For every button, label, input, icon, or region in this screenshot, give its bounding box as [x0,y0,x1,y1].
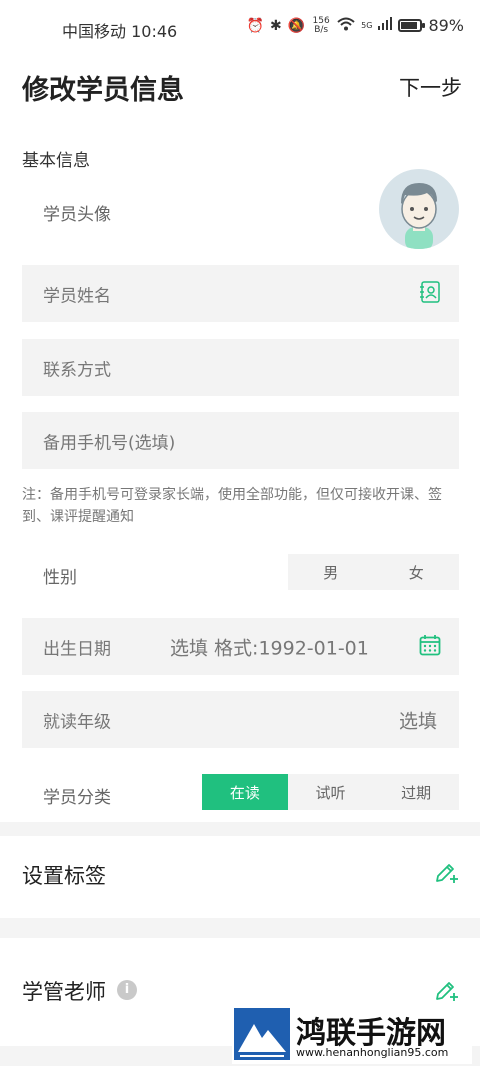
mute-icon: 🔕 [287,17,306,34]
status-icons: ⏰ ✱ 🔕 156 B/s 5G 89% [247,16,464,35]
battery-percent: 89% [428,16,464,35]
category-option-enrolled[interactable]: 在读 [202,774,288,810]
gender-label: 性别 [43,568,77,588]
next-button[interactable]: 下一步 [399,72,462,102]
contact-card-icon[interactable] [419,280,441,308]
bluetooth-icon: ✱ [269,17,282,34]
student-name-input[interactable]: 学员姓名 [43,281,111,306]
student-name-field[interactable]: 学员姓名 [22,265,459,322]
edit-tags-icon[interactable] [434,858,460,888]
avatar-label: 学员头像 [43,205,111,225]
section-divider [0,918,480,938]
gender-selector: 男 女 [288,554,459,590]
contact-input[interactable]: 联系方式 [43,355,111,380]
net-speed: 156 B/s [312,15,330,35]
signal-icon [378,17,393,34]
watermark-url: www.henanhonglian95.com [296,1046,449,1059]
watermark-logo-icon [234,1008,290,1060]
gender-option-male[interactable]: 男 [288,554,374,590]
watermark: 鸿联手游网 www.henanhonglian95.com [232,1006,472,1064]
avatar[interactable] [379,169,459,249]
category-selector: 在读 试听 过期 [202,774,459,810]
section-label-basic: 基本信息 [22,151,90,171]
teacher-title: 学管老师 [22,980,106,1004]
section-divider [0,822,480,836]
backup-phone-note: 注：备用手机号可登录家长端，使用全部功能，但仅可接收开课、签到、课评提醒通知 [22,487,442,525]
birthday-input[interactable]: 选填 格式:1992-01-01 [170,633,369,660]
birthday-field[interactable]: 出生日期 选填 格式:1992-01-01 [22,618,459,675]
status-bar: 中国移动 10:46 ⏰ ✱ 🔕 156 B/s 5G 89% [0,0,480,58]
grade-field[interactable]: 就读年级 选填 [22,691,459,748]
page-title: 修改学员信息 [22,75,184,106]
carrier-time: 中国移动 10:46 [62,22,178,41]
backup-phone-field[interactable]: 备用手机号(选填) [22,412,459,469]
info-icon[interactable]: i [117,980,137,1000]
battery-icon [398,19,426,32]
wifi-icon [337,17,355,35]
category-option-expired[interactable]: 过期 [373,774,459,810]
gender-option-female[interactable]: 女 [374,554,460,590]
category-option-trial[interactable]: 试听 [288,774,374,810]
category-label: 学员分类 [43,788,111,808]
calendar-icon[interactable] [419,634,441,660]
contact-field[interactable]: 联系方式 [22,339,459,396]
backup-phone-input[interactable]: 备用手机号(选填) [43,428,175,453]
edit-teacher-icon[interactable] [434,976,460,1006]
grade-label: 就读年级 [43,712,111,732]
grade-input[interactable]: 选填 [399,706,437,733]
birthday-label: 出生日期 [43,639,111,659]
set-tags-title: 设置标签 [22,864,106,888]
avatar-face-icon [401,183,437,249]
alarm-icon: ⏰ [246,17,264,34]
network-type: 5G [361,21,373,30]
